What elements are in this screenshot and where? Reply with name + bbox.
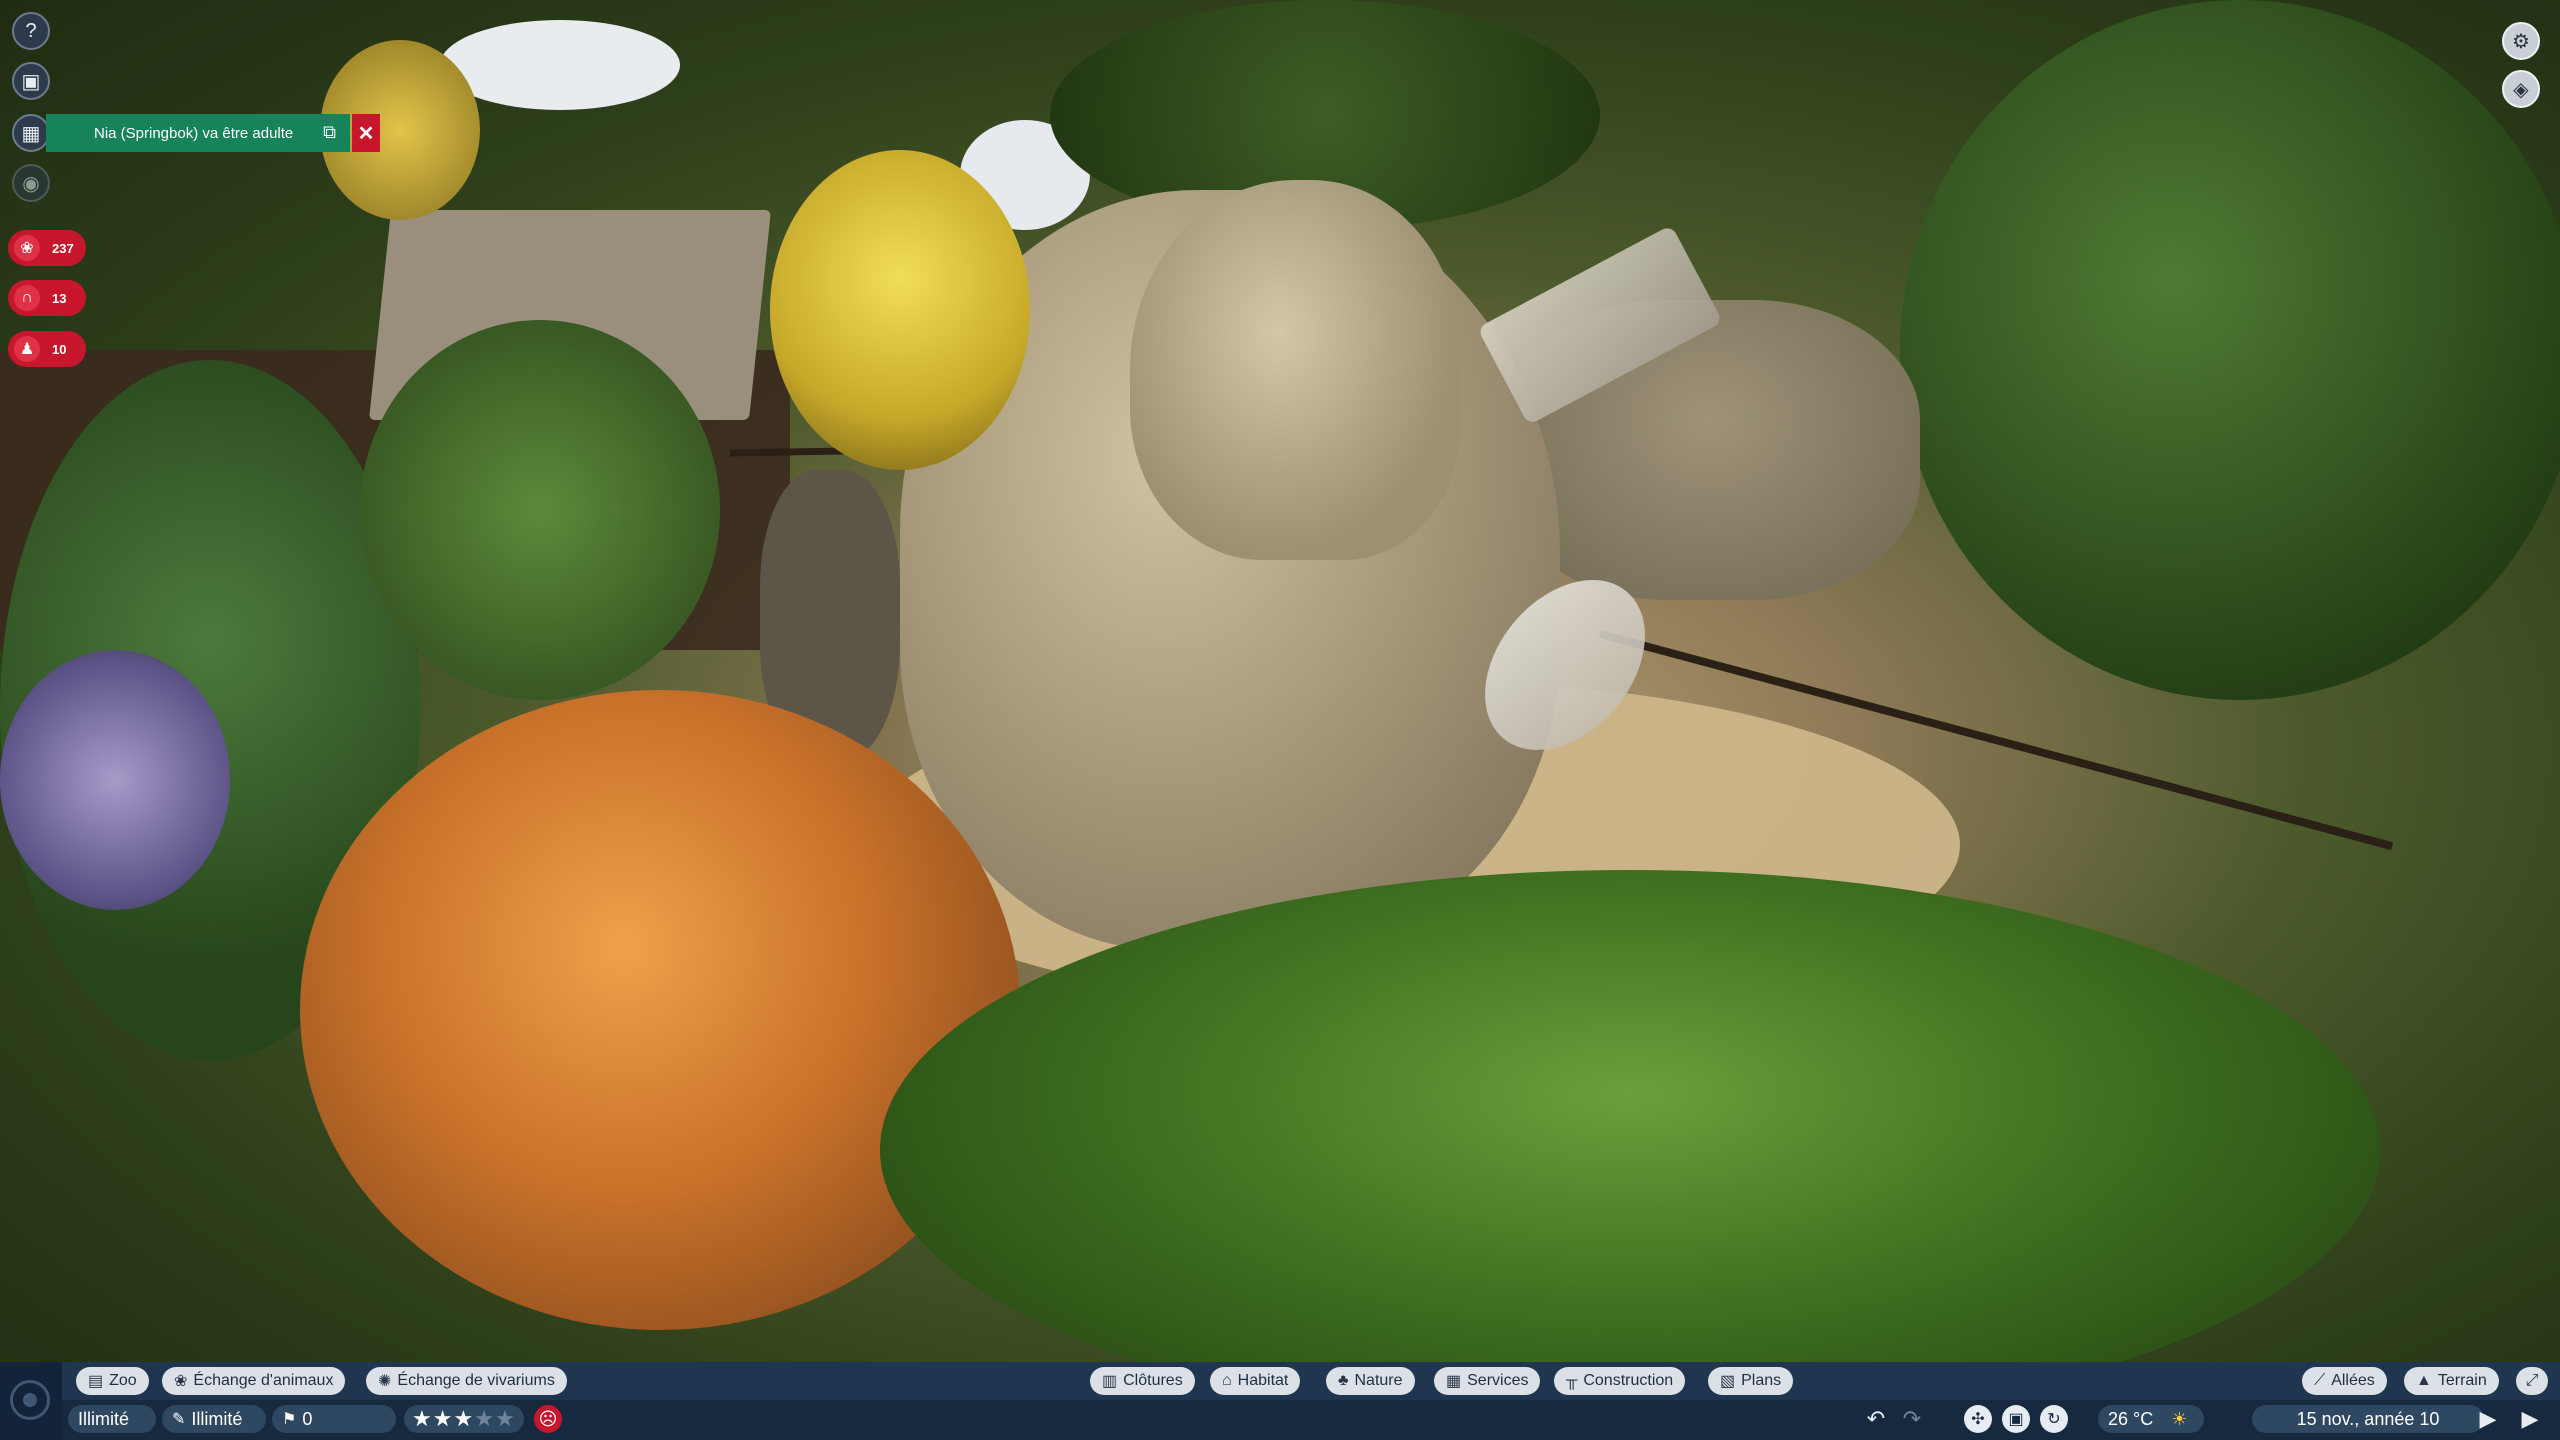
habitat-count: 13 [52,290,67,306]
nature-button[interactable]: ♣ Nature [1326,1367,1415,1395]
layers-icon: ◈ [2513,78,2529,101]
zoo-button[interactable]: ▤ Zoo [76,1367,149,1395]
play-button[interactable]: ▶ [2474,1405,2502,1433]
staff-icon: ♟ [14,336,40,362]
eye-icon: ◉ [22,172,40,195]
undo-button[interactable]: ↶ [1862,1405,1890,1433]
paw-frame-icon: ▣ [21,70,41,93]
terrain-button[interactable]: ▲ Terrain [2404,1367,2499,1395]
question-icon: ? [25,19,37,42]
terrain-icon: ▲ [2416,1372,2432,1389]
lavender-bush [0,650,230,910]
play-icon: ▶ [2479,1406,2497,1431]
yellow-tree [770,150,1030,470]
weather-display: 26 °C ☀ [2098,1405,2204,1433]
plans-button[interactable]: ▧ Plans [1708,1367,1794,1395]
camera-button[interactable]: ▣ [2002,1405,2030,1433]
gear-icon: ⚙ [2512,30,2530,53]
expand-button[interactable]: ⤢ [2516,1367,2548,1395]
habitat-icon: ⌂ [1222,1372,1232,1389]
rock-peak [1130,180,1460,560]
staff-count: 10 [52,341,67,357]
redo-button[interactable]: ↷ [1898,1405,1926,1433]
vivarium-exchange-button[interactable]: ✺ Échange de vivariums [366,1367,567,1395]
orange-tree [300,690,1020,1330]
star-icon: ★ [453,1406,475,1431]
settings-button[interactable]: ⚙ [2502,22,2540,60]
notification-text: Nia (Springbok) va être adulte [94,124,294,142]
rotate-button[interactable]: ↻ [2040,1405,2068,1433]
calendar-icon: ▦ [21,122,41,145]
fences-button[interactable]: ▥ Clôtures [1090,1367,1195,1395]
zoo-rating[interactable]: ★ ★ ★ ★ ★ [404,1405,524,1433]
camera-mode-button[interactable] [0,1362,62,1440]
redo-icon: ↷ [1902,1406,1922,1431]
star-icon: ★ [494,1406,516,1431]
undo-icon: ↶ [1866,1406,1886,1431]
grid-toggle-button[interactable]: ✣ [1964,1405,1992,1433]
habitat-count-badge[interactable]: ∩ 13 [8,280,86,316]
blueprint-icon: ▧ [1720,1373,1736,1390]
tree-canopy [360,320,720,700]
fast-forward-icon: ▶ [2521,1406,2539,1431]
date-display: 15 nov., année 10 [2252,1405,2484,1433]
arch-icon: ∩ [14,285,40,311]
camera-ring-icon [10,1380,50,1420]
view-button[interactable]: ◉ [12,164,50,202]
close-icon: ✕ [357,122,375,145]
animal-count: 237 [52,240,74,256]
notification-banner[interactable]: Nia (Springbok) va être adulte ⧉ [46,114,350,152]
notification-close-button[interactable]: ✕ [352,114,380,152]
animal-exchange-button[interactable]: ❀ Échange d'animaux [162,1367,346,1395]
paths-button[interactable]: ⟋ Allées [2302,1367,2387,1395]
sun-icon: ✺ [378,1373,392,1390]
services-button[interactable]: ▦ Services [1434,1367,1541,1395]
grid-icon: ✣ [1971,1411,1985,1428]
staff-count-badge[interactable]: ♟ 10 [8,331,86,367]
external-link-icon[interactable]: ⧉ [323,122,336,143]
habitat-button[interactable]: ⌂ Habitat [1210,1367,1301,1395]
path-icon: ⟋ [2314,1372,2326,1389]
overlay-button[interactable]: ◈ [2502,70,2540,108]
guest-alert-display[interactable]: ⚑ 0 [272,1405,396,1433]
game-viewport[interactable] [0,0,2560,1362]
pen-icon: ✎ [172,1411,186,1428]
animal-count-badge[interactable]: ❀ 237 [8,230,86,266]
sun-icon: ☀ [2171,1408,2188,1429]
star-icon: ★ [432,1406,454,1431]
fast-forward-button[interactable]: ▶ [2516,1405,2544,1433]
expand-icon: ⤢ [2525,1372,2539,1389]
building-icon: ▦ [1446,1373,1462,1390]
calendar-button[interactable]: ▦ [12,114,50,152]
guests-icon: ⚑ [282,1411,297,1428]
help-button[interactable]: ? [12,12,50,50]
tree-canopy [1900,0,2560,700]
date: 15 nov., année 10 [2296,1408,2440,1429]
sad-face-icon[interactable]: ☹ [534,1405,562,1433]
star-icon: ★ [474,1406,495,1431]
zoo-icon: ▤ [88,1373,104,1390]
snow-patch [440,20,680,110]
construction-button[interactable]: ╥ Construction [1554,1367,1686,1395]
rotate-icon: ↻ [2047,1411,2061,1428]
paw-icon: ❀ [174,1373,188,1390]
money-display: Illimité [68,1405,156,1433]
paw-icon: ❀ [14,235,40,261]
research-display: ✎ Illimité [162,1405,266,1433]
fence-icon: ▥ [1102,1373,1118,1390]
temperature: 26 °C [2108,1408,2154,1429]
tree-icon: ♣ [1338,1372,1349,1389]
animals-button[interactable]: ▣ [12,62,50,100]
construction-icon: ╥ [1566,1372,1578,1389]
star-icon: ★ [412,1406,433,1431]
camera-icon: ▣ [2008,1411,2024,1428]
